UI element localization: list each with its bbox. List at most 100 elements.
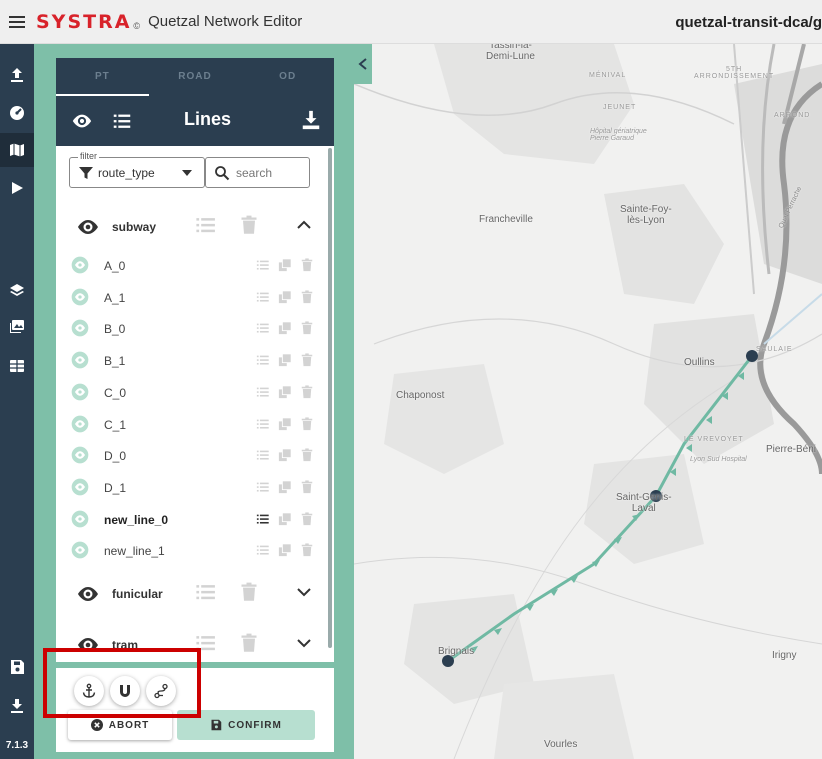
line-item[interactable]: A_0 <box>56 250 328 281</box>
copy-icon[interactable] <box>278 448 292 462</box>
images-icon[interactable] <box>0 310 34 344</box>
copy-icon[interactable] <box>278 258 292 272</box>
eye-icon[interactable] <box>70 350 90 370</box>
save-icon[interactable] <box>0 650 34 684</box>
group-label: funicular <box>112 587 163 601</box>
route-button[interactable] <box>146 676 176 706</box>
trash-icon[interactable] <box>300 290 314 304</box>
map-icon[interactable] <box>0 133 34 167</box>
menu-icon[interactable] <box>0 0 34 44</box>
copy-icon[interactable] <box>278 353 292 367</box>
line-item[interactable]: A_1 <box>56 282 328 313</box>
eye-icon[interactable] <box>70 255 90 275</box>
trash-icon[interactable] <box>239 215 259 240</box>
chevron-down-icon[interactable] <box>296 585 312 603</box>
confirm-button[interactable]: CONFIRM <box>177 710 315 740</box>
layers-icon[interactable] <box>0 274 34 308</box>
search-input[interactable]: search <box>205 157 310 188</box>
table-icon[interactable] <box>0 349 34 383</box>
line-item[interactable]: D_0 <box>56 440 328 471</box>
list-icon[interactable] <box>256 417 270 431</box>
place-label: Sainte-Foy- lès-Lyon <box>620 204 672 226</box>
eye-icon[interactable] <box>70 445 90 465</box>
brand-logo: SYSTRA <box>36 10 132 33</box>
copy-icon[interactable] <box>278 385 292 399</box>
line-item[interactable]: B_1 <box>56 345 328 376</box>
line-item[interactable]: C_1 <box>56 409 328 440</box>
download-icon[interactable] <box>0 689 34 723</box>
list-icon[interactable] <box>256 543 270 557</box>
tab-od[interactable]: OD <box>241 58 334 96</box>
abort-button[interactable]: ABORT <box>68 710 172 740</box>
line-item[interactable]: new_line_1 <box>56 535 328 566</box>
trash-icon[interactable] <box>300 543 314 557</box>
line-label: A_0 <box>104 259 126 273</box>
anchor-button[interactable] <box>74 676 104 706</box>
map-view[interactable]: Tassin-la- Demi-Lune MÉNIVAL 5TH ARRONDI… <box>354 44 822 759</box>
list-icon[interactable] <box>256 290 270 304</box>
copy-icon[interactable] <box>278 480 292 494</box>
scrollbar[interactable] <box>328 148 332 648</box>
copy-icon[interactable] <box>278 416 292 431</box>
list-icon[interactable] <box>195 632 217 659</box>
line-item[interactable]: C_0 <box>56 377 328 408</box>
magnet-icon <box>120 685 130 697</box>
list-icon[interactable] <box>256 353 270 367</box>
copy-icon[interactable] <box>278 543 292 557</box>
route-icon <box>154 683 168 699</box>
list-icon[interactable] <box>256 448 270 462</box>
eye-icon[interactable] <box>70 414 90 434</box>
list-icon[interactable] <box>256 321 270 335</box>
line-item[interactable]: B_0 <box>56 313 328 344</box>
trash-icon[interactable] <box>300 480 314 494</box>
trash-icon[interactable] <box>239 633 259 658</box>
eye-icon[interactable] <box>76 582 100 606</box>
download-icon[interactable] <box>300 109 322 136</box>
eye-icon[interactable] <box>70 382 90 402</box>
trash-icon[interactable] <box>300 512 314 526</box>
list-icon[interactable] <box>256 385 270 399</box>
magnet-button[interactable] <box>110 676 140 706</box>
trash-icon[interactable] <box>300 385 314 399</box>
chevron-up-icon[interactable] <box>296 218 312 236</box>
copy-icon[interactable] <box>278 512 292 526</box>
map-canvas[interactable] <box>354 44 822 759</box>
eye-icon[interactable] <box>70 109 94 133</box>
trash-icon[interactable] <box>300 448 314 462</box>
group-row-subway: subway <box>56 207 328 247</box>
line-item[interactable]: new_line_0 <box>56 504 328 535</box>
copy-icon[interactable] <box>278 290 292 304</box>
panel-header: PT ROAD OD Lines <box>56 58 334 146</box>
eye-icon[interactable] <box>76 215 100 239</box>
group-label: subway <box>112 220 157 234</box>
list-icon[interactable] <box>195 214 217 241</box>
list-icon[interactable] <box>110 109 134 133</box>
list-icon[interactable] <box>256 258 270 272</box>
play-icon[interactable] <box>0 171 34 205</box>
trash-icon[interactable] <box>239 582 259 607</box>
trash-icon[interactable] <box>300 321 314 335</box>
trash-icon[interactable] <box>300 416 314 431</box>
list-icon[interactable] <box>195 581 217 608</box>
list-icon[interactable] <box>256 512 270 526</box>
eye-icon[interactable] <box>70 509 90 529</box>
eye-icon[interactable] <box>70 287 90 307</box>
eye-icon[interactable] <box>70 318 90 338</box>
chevron-down-icon[interactable] <box>296 636 312 654</box>
upload-icon[interactable] <box>0 58 34 92</box>
eye-icon[interactable] <box>76 633 100 657</box>
lines-drawer: PT ROAD OD Lines filter route_type searc… <box>34 44 354 759</box>
eye-icon[interactable] <box>70 477 90 497</box>
copy-icon[interactable] <box>278 321 292 335</box>
filter-select[interactable]: filter route_type <box>69 151 205 188</box>
tab-pt[interactable]: PT <box>56 58 149 96</box>
project-name: quetzal-transit-dca/g <box>675 14 822 31</box>
trash-icon[interactable] <box>300 258 314 272</box>
eye-icon[interactable] <box>70 540 90 560</box>
list-icon[interactable] <box>256 480 270 494</box>
line-item[interactable]: D_1 <box>56 472 328 503</box>
trash-icon[interactable] <box>300 353 314 367</box>
tab-road[interactable]: ROAD <box>149 58 242 96</box>
dashboard-icon[interactable] <box>0 96 34 130</box>
drawer-toggle[interactable] <box>354 44 372 84</box>
